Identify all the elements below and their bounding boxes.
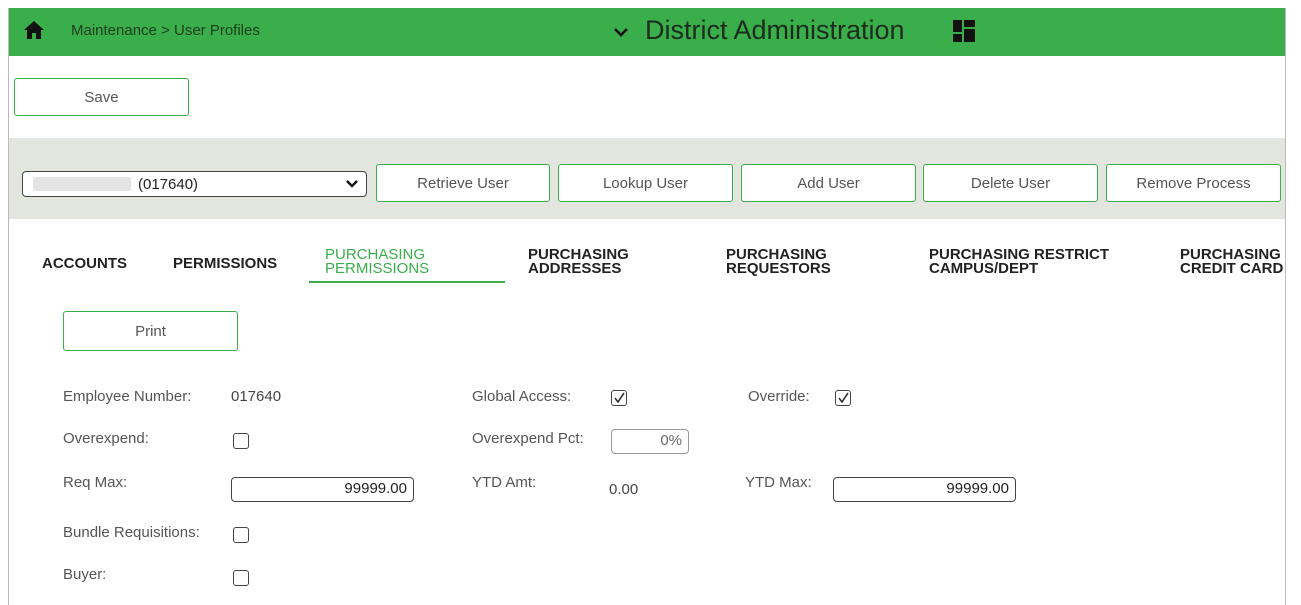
redacted-user-name [33,177,131,191]
breadcrumb[interactable]: Maintenance > User Profiles [71,22,260,39]
user-selection-bar: (017640) Retrieve User Lookup User Add U… [9,138,1285,219]
add-user-button[interactable]: Add User [741,164,916,202]
dashboard-grid-icon[interactable] [953,20,975,42]
employee-number-value: 017640 [231,388,282,405]
tab-purchasing-permissions[interactable]: PURCHASING PERMISSIONS [325,247,429,276]
tab-permissions[interactable]: PERMISSIONS [173,256,277,271]
tab-purchasing-addresses[interactable]: PURCHASING ADDRESSES [528,247,629,276]
ytd-max-label: YTD Max: [745,474,812,491]
toolbar: Save [9,56,1285,138]
tab-purchasing-credit-card[interactable]: PURCHASING CREDIT CARD [1180,247,1283,276]
tab-purchasing-restrict-campus-dept[interactable]: PURCHASING RESTRICT CAMPUS/DEPT [929,247,1109,276]
req-max-input[interactable]: 99999.00 [231,477,414,502]
save-button[interactable]: Save [14,78,189,116]
chevron-down-icon [346,180,358,188]
ytd-amt-value: 0.00 [609,481,639,498]
tab-purchasing-requestors[interactable]: PURCHASING REQUESTORS [726,247,831,276]
print-button[interactable]: Print [63,311,238,351]
ytd-max-input[interactable]: 99999.00 [833,477,1016,502]
checkmark-icon [614,392,625,404]
delete-user-button[interactable]: Delete User [923,164,1098,202]
overexpend-checkbox[interactable] [233,433,249,449]
overexpend-pct-label: Overexpend Pct: [472,430,584,447]
remove-process-button[interactable]: Remove Process [1106,164,1281,202]
tab-accounts[interactable]: ACCOUNTS [42,256,127,271]
override-checkbox[interactable] [835,390,851,406]
user-select-value: (017640) [138,176,199,193]
lookup-user-button[interactable]: Lookup User [558,164,733,202]
app-title[interactable]: District Administration [645,15,905,46]
home-icon[interactable] [23,20,45,40]
global-access-label: Global Access: [472,388,572,405]
buyer-checkbox[interactable] [233,570,249,586]
active-tab-underline [309,281,505,283]
employee-number-label: Employee Number: [63,388,192,405]
checkmark-icon [838,392,849,404]
global-access-checkbox[interactable] [611,390,627,406]
ytd-amt-label: YTD Amt: [472,474,537,491]
user-select-dropdown[interactable]: (017640) [22,171,367,197]
bundle-requisitions-checkbox[interactable] [233,527,249,543]
app-frame: Maintenance > User Profiles District Adm… [8,8,1286,605]
override-label: Override: [748,388,810,405]
bundle-requisitions-label: Bundle Requisitions: [63,524,200,541]
buyer-label: Buyer: [63,566,107,583]
top-bar: Maintenance > User Profiles District Adm… [9,8,1285,56]
overexpend-pct-input[interactable]: 0% [611,429,689,454]
req-max-label: Req Max: [63,474,128,491]
overexpend-label: Overexpend: [63,430,149,447]
retrieve-user-button[interactable]: Retrieve User [376,164,550,202]
chevron-down-icon[interactable] [612,23,630,41]
